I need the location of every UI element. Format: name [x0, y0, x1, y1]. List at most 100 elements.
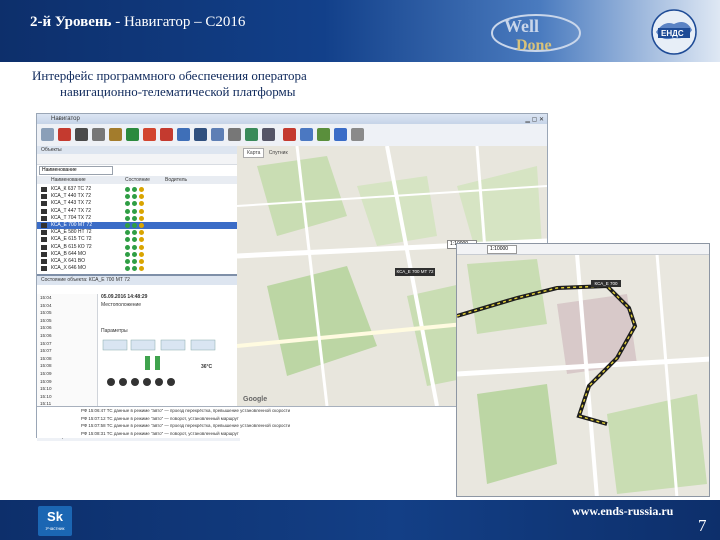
edit-icon[interactable] [351, 128, 364, 141]
ruler-icon[interactable] [300, 128, 313, 141]
object-row[interactable]: КСА_Е 615 ТС 72 [37, 236, 237, 243]
object-row[interactable]: КСА_Т 704 ТХ 72 [37, 215, 237, 222]
vehicle-icon [41, 266, 47, 272]
track-point-row[interactable]: 15:04 [37, 302, 97, 310]
marker-icon[interactable] [283, 128, 296, 141]
slide-title: 2-й Уровень - Навигатор – С2016 [30, 14, 245, 31]
skolkovo-logo-text: Sk [47, 509, 63, 524]
object-row[interactable]: КСА_В 615 КО 72 [37, 244, 237, 251]
vehicle-icon [41, 230, 47, 236]
status-indicator-icon [125, 187, 130, 192]
object-row[interactable]: КСА_В 644 МО [37, 251, 237, 258]
header-banner: 2-й Уровень - Навигатор – С2016 Well Don… [0, 0, 720, 62]
status-indicator-icon [139, 237, 144, 243]
gear-icon[interactable] [109, 128, 122, 141]
status-indicator-icon [132, 215, 137, 221]
route-map-scale-select[interactable]: 1:10000 [487, 245, 517, 254]
object-name: КСА_В 644 МО [51, 250, 86, 257]
app-window-title: Навигатор [51, 116, 80, 122]
vehicle-map-label[interactable]: КСА_Е 700 МТ 72 [395, 268, 435, 276]
column-state[interactable]: Состояние [125, 176, 150, 184]
object-name: КСА_Х 646 МО [51, 265, 86, 272]
object-info: 05.09.2016 14:48:29 Местоположение Парам… [101, 294, 233, 424]
objects-panel-toolbar [37, 154, 237, 165]
monitor-icon[interactable] [194, 128, 207, 141]
track-point-row[interactable]: 15:05 [37, 309, 97, 317]
object-row[interactable]: КСА_Х 646 МО [37, 265, 237, 272]
report-icon[interactable] [211, 128, 224, 141]
vehicle-icon [41, 187, 47, 192]
users-icon[interactable] [126, 128, 139, 141]
object-name: КСА_Е 615 ТС 72 [51, 236, 92, 243]
layers-icon[interactable] [245, 128, 258, 141]
objects-column-header: Наименование Состояние Водитель [37, 176, 237, 184]
object-row[interactable]: КСА_Х 641 ВО [37, 258, 237, 265]
track-point-row[interactable]: 15:08 [37, 362, 97, 370]
track-point-row[interactable]: 15:10 [37, 393, 97, 401]
bus-icon[interactable] [92, 128, 105, 141]
route-vehicle-label[interactable]: КСА_Е 700 [591, 280, 621, 287]
info-temperature: 36°C [201, 364, 213, 370]
object-row[interactable]: КСА_Т 443 ТХ 72 [37, 200, 237, 207]
status-indicator-icon [139, 208, 144, 214]
track-point-row[interactable]: 15:05 [37, 317, 97, 325]
status-indicator-icon [132, 208, 137, 214]
logo-ends-text: ЕНДС [661, 29, 684, 38]
help-icon[interactable] [334, 128, 347, 141]
app-titlebar: Навигатор ▁ ▢ ✕ [37, 114, 547, 124]
chart-icon[interactable] [177, 128, 190, 141]
object-row[interactable]: КСА_Е 700 МТ 72 [37, 222, 237, 229]
footer-url[interactable]: www.ends-russia.ru [572, 504, 673, 519]
status-indicator-icon [125, 230, 130, 236]
track-point-row[interactable]: 15:09 [37, 378, 97, 386]
object-row[interactable]: КСА_Т 440 ТХ 72 [37, 193, 237, 200]
skolkovo-logo-sub: Участник [45, 526, 65, 531]
track-point-row[interactable]: 15:08 [37, 355, 97, 363]
info-date: 05.09.2016 14:48:29 [101, 294, 148, 300]
status-indicator-icon [125, 266, 130, 272]
track-point-row[interactable]: 15:10 [37, 385, 97, 393]
flag-icon[interactable] [143, 128, 156, 141]
column-driver[interactable]: Водитель [165, 176, 187, 184]
column-name[interactable]: Наименование [51, 176, 86, 184]
object-name: КСА_Т 704 ТХ 72 [51, 214, 91, 221]
car-icon[interactable] [58, 128, 71, 141]
status-indicator-icon [125, 251, 130, 257]
route-map-toolbar: 1:10000 [457, 244, 709, 255]
welldone-logo: Well Done [491, 14, 581, 54]
track-point-row[interactable]: 15:09 [37, 370, 97, 378]
objects-panel: Объекты Наименование Наименование Состоя… [37, 146, 238, 274]
track-point-row[interactable]: 15:06 [37, 324, 97, 332]
route-map-window[interactable]: 1:10000 КСА_Е 700 [456, 243, 710, 497]
object-name: КСА_Т 447 ТХ 72 [51, 207, 91, 214]
tab-satellite[interactable]: Спутник [266, 149, 291, 157]
print-icon[interactable] [228, 128, 241, 141]
slide-subtitle: Интерфейс программного обеспечения опера… [32, 68, 432, 100]
object-row[interactable]: КСА_К 637 ТС 72 [37, 186, 237, 193]
track-point-row[interactable]: 15:06 [37, 332, 97, 340]
status-indicator-icon [132, 201, 137, 207]
ends-logo: ЕНДС [651, 9, 697, 55]
pin-icon[interactable] [160, 128, 173, 141]
object-row[interactable]: КСА_Т 447 ТХ 72 [37, 208, 237, 215]
status-indicator-icon [139, 194, 144, 200]
object-row[interactable]: КСА_Е 580 НТ 72 [37, 229, 237, 236]
zoom-icon[interactable] [262, 128, 275, 141]
photo-icon[interactable] [317, 128, 330, 141]
track-point-row[interactable]: 15:04 [37, 294, 97, 302]
google-logo: Google [243, 396, 268, 403]
group-select[interactable]: Наименование [39, 166, 113, 175]
status-indicator-icon [125, 244, 130, 250]
status-indicator-icon [139, 187, 144, 192]
truck-icon[interactable] [75, 128, 88, 141]
object-name: КСА_Т 443 ТХ 72 [51, 200, 91, 207]
track-point-row[interactable]: 15:07 [37, 347, 97, 355]
track-point-row[interactable]: 15:07 [37, 340, 97, 348]
tab-map[interactable]: Карта [243, 148, 265, 158]
object-name: КСА_Е 580 НТ 72 [51, 229, 92, 236]
status-indicator-icon [125, 215, 130, 221]
wrench-icon[interactable] [41, 128, 54, 141]
vehicle-icon [41, 208, 47, 214]
status-indicator-icon [125, 208, 130, 214]
status-indicator-icon [132, 223, 137, 228]
